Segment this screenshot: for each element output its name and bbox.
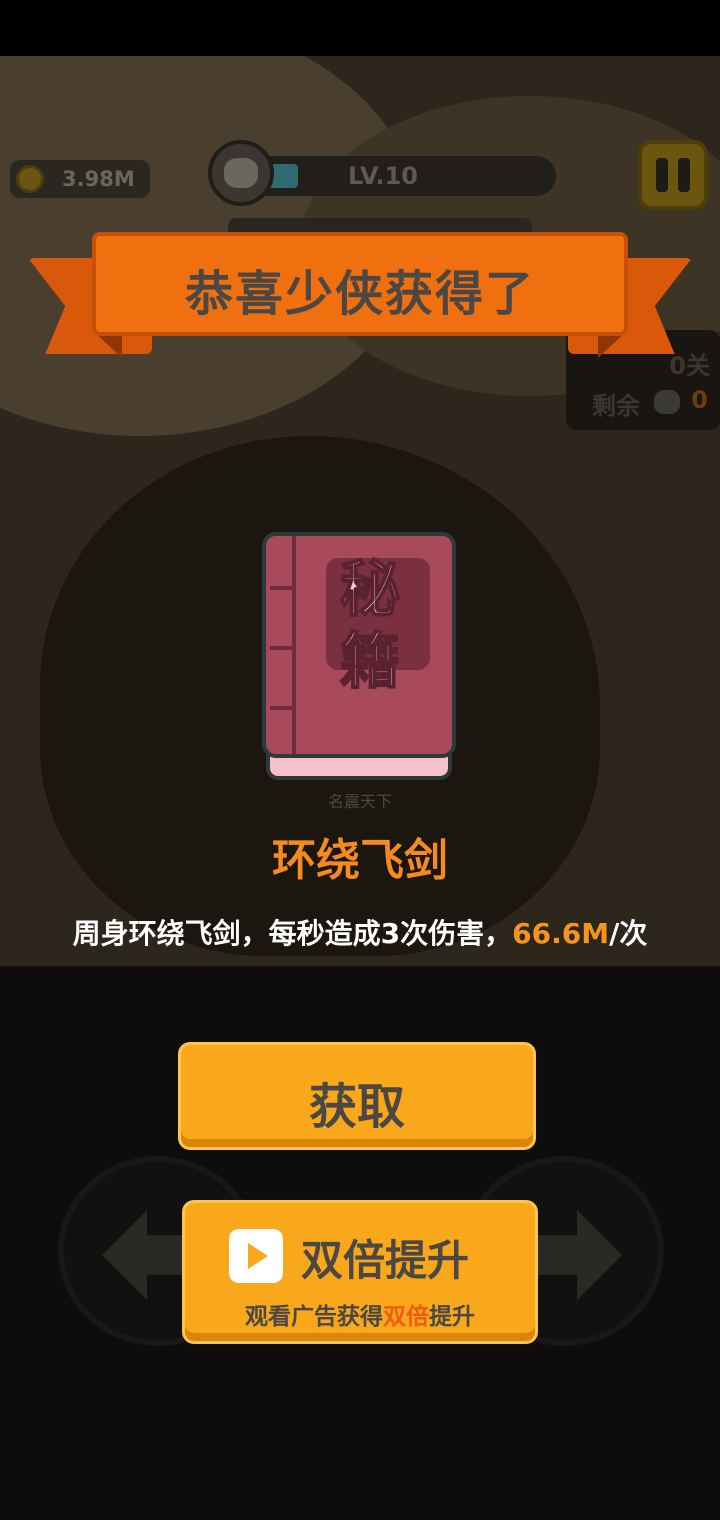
- right-arrow-icon: [532, 1210, 622, 1300]
- coin-icon: [16, 165, 44, 193]
- double-reward-subtitle: 观看广告获得双倍提升: [245, 1304, 475, 1330]
- faded-rank-badge: 名震天下: [327, 792, 392, 811]
- avatar-face-icon: [224, 158, 258, 188]
- player-avatar: [208, 140, 274, 206]
- pause-icon: [656, 158, 668, 192]
- claim-button[interactable]: 获取: [178, 1042, 536, 1150]
- reward-banner: 恭喜少侠获得了: [92, 232, 628, 336]
- remain-label: 剩余: [592, 392, 640, 420]
- damage-value: 66.6M: [512, 917, 610, 950]
- double-reward-button[interactable]: 双倍提升 观看广告获得双倍提升: [182, 1200, 538, 1344]
- coin-counter: 3.98M: [10, 160, 150, 198]
- left-arrow-icon: [102, 1210, 192, 1300]
- reward-banner-title: 恭喜少侠获得了: [184, 266, 535, 322]
- book-title: 秘 籍: [339, 554, 401, 698]
- enemy-skull-icon: [654, 390, 680, 414]
- reward-item-description: 周身环绕飞剑，每秒造成3次伤害，66.6M/次: [72, 917, 648, 950]
- stage-label: 0关: [669, 352, 710, 380]
- claim-button-label: 获取: [308, 1079, 405, 1135]
- play-video-icon: [229, 1229, 283, 1283]
- pause-button[interactable]: [638, 140, 708, 210]
- secret-manual-book-icon: 秘 籍: [262, 532, 456, 790]
- reward-item-name: 环绕飞剑: [272, 835, 448, 886]
- coin-value: 3.98M: [62, 167, 135, 191]
- remain-count: 0: [691, 386, 708, 414]
- status-bar: [0, 0, 720, 56]
- double-reward-label: 双倍提升: [301, 1236, 470, 1285]
